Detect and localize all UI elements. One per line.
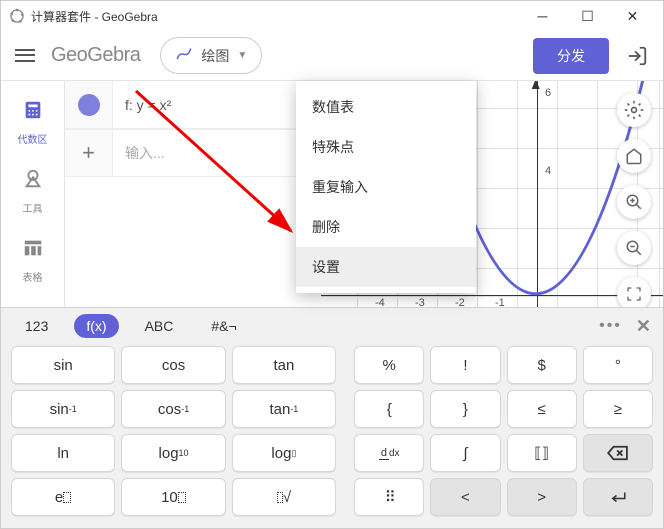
key-nroot[interactable]: √ (232, 478, 336, 516)
zoom-in-icon[interactable] (617, 185, 651, 219)
sidebar: 代数区 工具 表格 (1, 81, 65, 309)
key-integral[interactable]: ∫ (430, 434, 500, 472)
mode-selector[interactable]: 绘图 ▼ (160, 37, 262, 74)
algebra-view: f: y = x² + 输入... (65, 81, 321, 309)
key-rbrace[interactable]: } (430, 390, 500, 428)
sidebar-item-algebra[interactable]: 代数区 (18, 99, 48, 146)
fullscreen-icon[interactable] (617, 277, 651, 309)
sidebar-item-label: 代数区 (18, 131, 48, 146)
key-backspace[interactable] (583, 434, 653, 472)
input-row[interactable]: + 输入... (65, 129, 321, 177)
minimize-button[interactable]: ─ (520, 1, 565, 31)
home-icon[interactable] (617, 139, 651, 173)
sidebar-item-label: 表格 (23, 269, 43, 284)
settings-icon[interactable] (617, 93, 651, 127)
expression-text: f: y = x² (113, 97, 321, 113)
key-epow[interactable]: e (11, 478, 115, 516)
graph-icon (175, 44, 193, 67)
key-asin[interactable]: sin-1 (11, 390, 115, 428)
key-dollar[interactable]: $ (507, 346, 577, 384)
mode-label: 绘图 (201, 46, 229, 66)
menu-icon[interactable] (13, 44, 37, 68)
key-factorial[interactable]: ! (430, 346, 500, 384)
visibility-toggle[interactable] (65, 81, 113, 128)
key-bracket[interactable]: ⟦⟧ (507, 434, 577, 472)
keyboard-grid: sin cos tan % ! $ ° sin-1 cos-1 tan-1 { … (1, 344, 663, 516)
menu-item-settings[interactable]: 设置 (296, 247, 476, 287)
login-icon[interactable] (623, 42, 651, 70)
logo-text: GeoGebra (51, 44, 140, 67)
more-icon[interactable]: ••• (599, 317, 622, 335)
expression-row[interactable]: f: y = x² (65, 81, 321, 129)
chevron-down-icon: ▼ (237, 50, 247, 61)
sidebar-item-table[interactable]: 表格 (22, 237, 44, 284)
key-left[interactable]: < (430, 478, 500, 516)
key-lbrace[interactable]: { (354, 390, 424, 428)
titlebar: 计算器套件 - GeoGebra ─ ☐ ✕ (1, 1, 663, 31)
sidebar-item-label: 工具 (23, 200, 43, 215)
key-enter[interactable] (583, 478, 653, 516)
key-tan[interactable]: tan (232, 346, 336, 384)
sidebar-item-tools[interactable]: 工具 (22, 168, 44, 215)
keyboard: 123 f(x) ABC #&¬ ••• ✕ sin cos tan % ! $… (1, 307, 663, 528)
publish-button[interactable]: 分发 (533, 38, 609, 74)
kbd-tab-sym[interactable]: #&¬ (199, 314, 248, 338)
key-le[interactable]: ≤ (507, 390, 577, 428)
key-ge[interactable]: ≥ (583, 390, 653, 428)
key-percent[interactable]: % (354, 346, 424, 384)
context-menu: 数值表 特殊点 重复输入 删除 设置 (296, 81, 476, 293)
key-right[interactable]: > (507, 478, 577, 516)
zoom-out-icon[interactable] (617, 231, 651, 265)
calculator-icon (22, 99, 44, 127)
add-button[interactable]: + (65, 130, 113, 176)
key-matrix[interactable]: ⠿ (354, 478, 424, 516)
close-window-button[interactable]: ✕ (610, 1, 655, 31)
key-log10[interactable]: log10 (121, 434, 225, 472)
menu-item-special-points[interactable]: 特殊点 (296, 127, 476, 167)
window-title: 计算器套件 - GeoGebra (31, 8, 520, 25)
key-degree[interactable]: ° (583, 346, 653, 384)
key-acos[interactable]: cos-1 (121, 390, 225, 428)
menu-item-duplicate[interactable]: 重复输入 (296, 167, 476, 207)
app-icon (9, 8, 25, 24)
key-10pow[interactable]: 10 (121, 478, 225, 516)
fab-column (617, 93, 651, 309)
key-logb[interactable]: log▯ (232, 434, 336, 472)
kbd-tab-abc[interactable]: ABC (133, 314, 186, 338)
header: GeoGebra 绘图 ▼ 分发 (1, 31, 663, 81)
menu-item-delete[interactable]: 删除 (296, 207, 476, 247)
maximize-button[interactable]: ☐ (565, 1, 610, 31)
table-icon (22, 237, 44, 265)
kbd-tab-fx[interactable]: f(x) (74, 314, 118, 338)
input-placeholder: 输入... (125, 145, 165, 161)
kbd-tab-123[interactable]: 123 (13, 314, 60, 338)
key-ddx[interactable]: ddx (354, 434, 424, 472)
key-atan[interactable]: tan-1 (232, 390, 336, 428)
key-sin[interactable]: sin (11, 346, 115, 384)
key-cos[interactable]: cos (121, 346, 225, 384)
key-ln[interactable]: ln (11, 434, 115, 472)
tools-icon (22, 168, 44, 196)
keyboard-tabs: 123 f(x) ABC #&¬ ••• ✕ (1, 308, 663, 344)
menu-item-table[interactable]: 数值表 (296, 87, 476, 127)
close-keyboard-icon[interactable]: ✕ (636, 316, 651, 337)
